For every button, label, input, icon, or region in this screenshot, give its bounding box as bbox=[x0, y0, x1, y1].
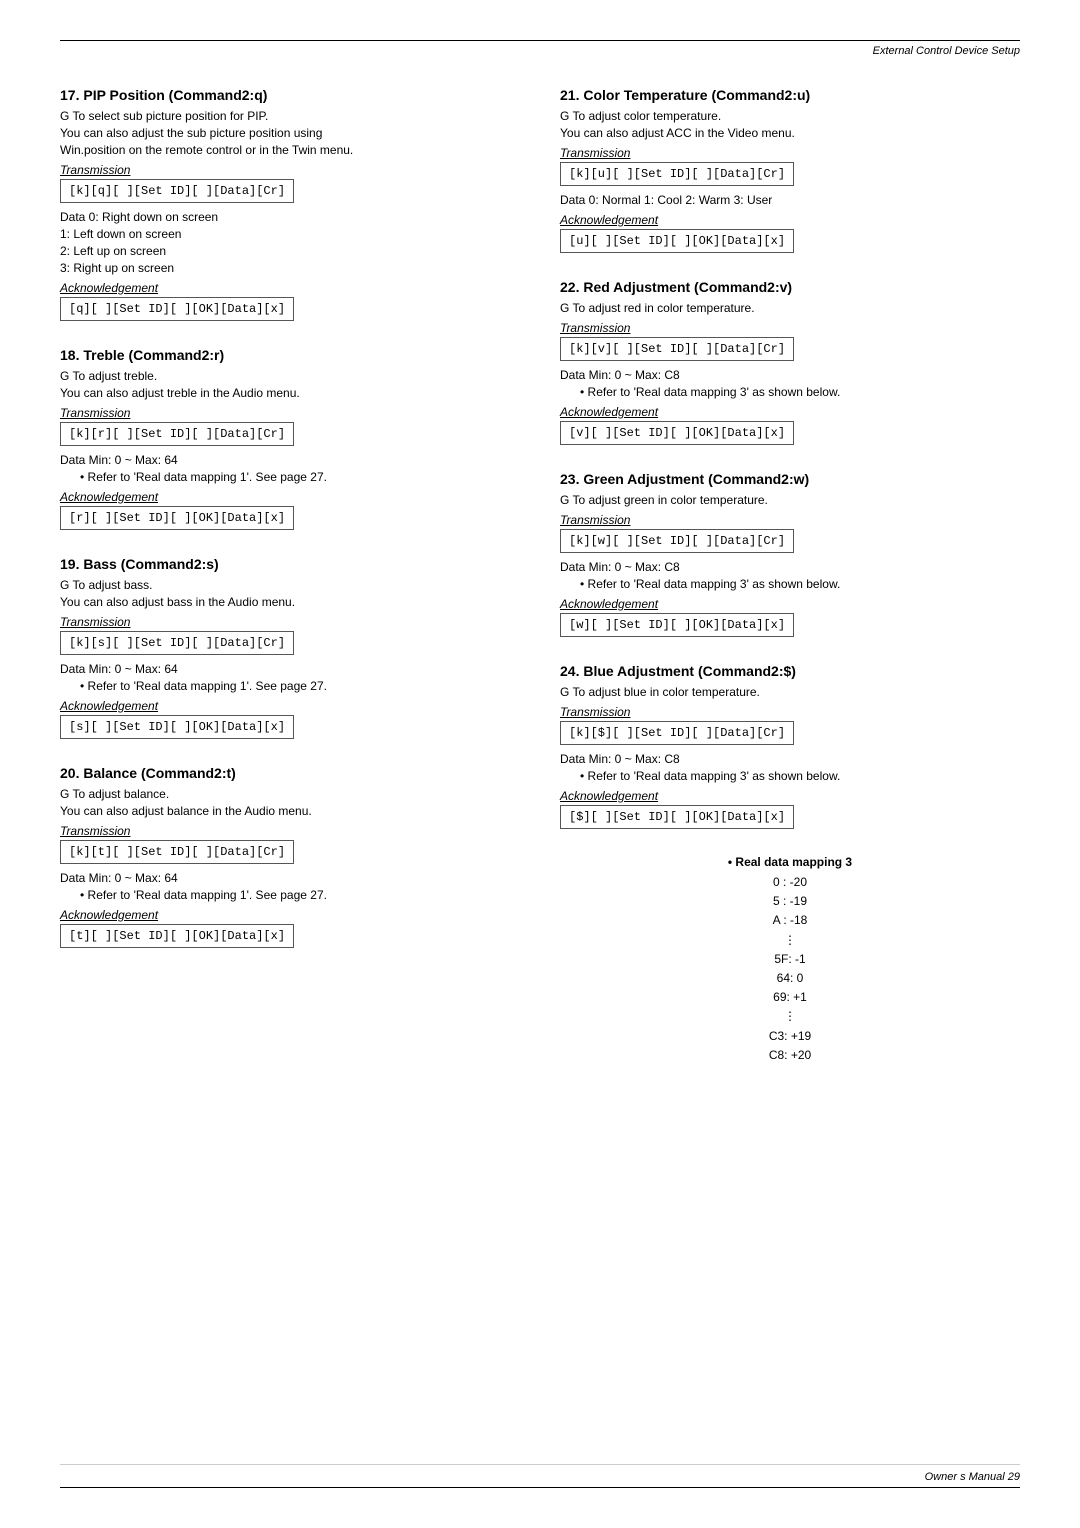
footer: Owner s Manual 29 bbox=[60, 1464, 1020, 1488]
section-21-title: 21. Color Temperature (Command2:u) bbox=[560, 87, 1020, 103]
section-18-desc: You can also adjust treble in the Audio … bbox=[60, 386, 520, 400]
section-18-ack-cmd: [r][ ][Set ID][ ][OK][Data][x] bbox=[60, 506, 294, 530]
section-22-data-line: Data Min: 0 ~ Max: C8 bbox=[560, 368, 1020, 382]
section-22-desc: G To adjust red in color temperature. bbox=[560, 301, 1020, 315]
section-18-ack-label: Acknowledgement bbox=[60, 490, 520, 504]
real-data-entry: 69: +1 bbox=[560, 988, 1020, 1007]
section-19-desc: You can also adjust bass in the Audio me… bbox=[60, 595, 520, 609]
section-17-ack-cmd: [q][ ][Set ID][ ][OK][Data][x] bbox=[60, 297, 294, 321]
real-data-entry: 5 : -19 bbox=[560, 892, 1020, 911]
section-24-desc: G To adjust blue in color temperature. bbox=[560, 685, 1020, 699]
section-24-transmission-label: Transmission bbox=[560, 705, 1020, 719]
section-23-desc: G To adjust green in color temperature. bbox=[560, 493, 1020, 507]
section-19-ack-label: Acknowledgement bbox=[60, 699, 520, 713]
section-24-ack-label: Acknowledgement bbox=[560, 789, 1020, 803]
section-24-transmission-cmd: [k][$][ ][Set ID][ ][Data][Cr] bbox=[560, 721, 794, 745]
section-22-transmission-label: Transmission bbox=[560, 321, 1020, 335]
section-18-title: 18. Treble (Command2:r) bbox=[60, 347, 520, 363]
real-data-entry: C3: +19 bbox=[560, 1027, 1020, 1046]
section-20-data-line: Data Min: 0 ~ Max: 64 bbox=[60, 871, 520, 885]
section-21-ack-cmd: [u][ ][Set ID][ ][OK][Data][x] bbox=[560, 229, 794, 253]
section-23-transmission-label: Transmission bbox=[560, 513, 1020, 527]
section-17-desc: G To select sub picture position for PIP… bbox=[60, 109, 520, 123]
section-18: 18. Treble (Command2:r) G To adjust trebl… bbox=[60, 347, 520, 534]
section-19-bullet: Refer to 'Real data mapping 1'. See page… bbox=[80, 679, 520, 693]
section-19-title: 19. Bass (Command2:s) bbox=[60, 556, 520, 572]
section-20-desc: You can also adjust balance in the Audio… bbox=[60, 804, 520, 818]
real-data-mapping-title: • Real data mapping 3 bbox=[560, 855, 1020, 869]
section-21-desc: G To adjust color temperature. bbox=[560, 109, 1020, 123]
header-text: External Control Device Setup bbox=[873, 45, 1020, 57]
real-data-entry: 0 : -20 bbox=[560, 873, 1020, 892]
real-data-mapping: • Real data mapping 3 0 : -205 : -19A : -… bbox=[560, 855, 1020, 1065]
section-20-transmission-label: Transmission bbox=[60, 824, 520, 838]
section-17-title: 17. PIP Position (Command2:q) bbox=[60, 87, 520, 103]
left-column: 17. PIP Position (Command2:q) G To select… bbox=[60, 87, 520, 1087]
section-22-transmission-cmd: [k][v][ ][Set ID][ ][Data][Cr] bbox=[560, 337, 794, 361]
section-20-bullet: Refer to 'Real data mapping 1'. See page… bbox=[80, 888, 520, 902]
section-22-title: 22. Red Adjustment (Command2:v) bbox=[560, 279, 1020, 295]
section-19-data-line: Data Min: 0 ~ Max: 64 bbox=[60, 662, 520, 676]
section-24-bullet: Refer to 'Real data mapping 3' as shown … bbox=[580, 769, 1020, 783]
section-20-transmission-cmd: [k][t][ ][Set ID][ ][Data][Cr] bbox=[60, 840, 294, 864]
right-column: 21. Color Temperature (Command2:u) G To a… bbox=[560, 87, 1020, 1087]
footer-text: Owner s Manual 29 bbox=[925, 1471, 1020, 1483]
section-18-data-line: Data Min: 0 ~ Max: 64 bbox=[60, 453, 520, 467]
section-23-transmission-cmd: [k][w][ ][Set ID][ ][Data][Cr] bbox=[560, 529, 794, 553]
section-17: 17. PIP Position (Command2:q) G To select… bbox=[60, 87, 520, 325]
section-20-title: 20. Balance (Command2:t) bbox=[60, 765, 520, 781]
section-24-title: 24. Blue Adjustment (Command2:$) bbox=[560, 663, 1020, 679]
section-23-ack-label: Acknowledgement bbox=[560, 597, 1020, 611]
real-data-entry: 5F: -1 bbox=[560, 950, 1020, 969]
section-18-transmission-cmd: [k][r][ ][Set ID][ ][Data][Cr] bbox=[60, 422, 294, 446]
section-23-ack-cmd: [w][ ][Set ID][ ][OK][Data][x] bbox=[560, 613, 794, 637]
section-24-ack-cmd: [$][ ][Set ID][ ][OK][Data][x] bbox=[560, 805, 794, 829]
section-24-data-line: Data Min: 0 ~ Max: C8 bbox=[560, 752, 1020, 766]
real-data-entry: 64: 0 bbox=[560, 969, 1020, 988]
section-23-title: 23. Green Adjustment (Command2:w) bbox=[560, 471, 1020, 487]
section-22: 22. Red Adjustment (Command2:v) G To adju… bbox=[560, 279, 1020, 449]
section-21-desc: You can also adjust ACC in the Video men… bbox=[560, 126, 1020, 140]
section-19: 19. Bass (Command2:s) G To adjust bass. Y… bbox=[60, 556, 520, 743]
page: External Control Device Setup 17. PIP Po… bbox=[0, 0, 1080, 1147]
section-17-transmission-label: Transmission bbox=[60, 163, 520, 177]
section-20: 20. Balance (Command2:t) G To adjust bala… bbox=[60, 765, 520, 952]
real-data-entry: ⋮ bbox=[560, 1007, 1020, 1026]
section-18-desc: G To adjust treble. bbox=[60, 369, 520, 383]
section-21-ack-label: Acknowledgement bbox=[560, 213, 1020, 227]
section-19-desc: G To adjust bass. bbox=[60, 578, 520, 592]
section-20-ack-cmd: [t][ ][Set ID][ ][OK][Data][x] bbox=[60, 924, 294, 948]
section-18-transmission-label: Transmission bbox=[60, 406, 520, 420]
section-17-desc: Win.position on the remote control or in… bbox=[60, 143, 520, 157]
section-23: 23. Green Adjustment (Command2:w) G To ad… bbox=[560, 471, 1020, 641]
section-17-data-line: Data 0: Right down on screen bbox=[60, 210, 520, 224]
section-22-ack-label: Acknowledgement bbox=[560, 405, 1020, 419]
section-17-ack-label: Acknowledgement bbox=[60, 281, 520, 295]
section-17-transmission-cmd: [k][q][ ][Set ID][ ][Data][Cr] bbox=[60, 179, 294, 203]
real-data-entry: A : -18 bbox=[560, 911, 1020, 930]
section-23-bullet: Refer to 'Real data mapping 3' as shown … bbox=[580, 577, 1020, 591]
real-data-entry: C8: +20 bbox=[560, 1046, 1020, 1065]
section-17-desc: You can also adjust the sub picture posi… bbox=[60, 126, 520, 140]
section-20-ack-label: Acknowledgement bbox=[60, 908, 520, 922]
section-22-bullet: Refer to 'Real data mapping 3' as shown … bbox=[580, 385, 1020, 399]
section-24: 24. Blue Adjustment (Command2:$) G To adj… bbox=[560, 663, 1020, 833]
section-21-data-line: Data 0: Normal 1: Cool 2: Warm 3: User bbox=[560, 193, 1020, 207]
section-17-data-line: 2: Left up on screen bbox=[60, 244, 520, 258]
section-19-transmission-label: Transmission bbox=[60, 615, 520, 629]
header: External Control Device Setup bbox=[60, 40, 1020, 77]
section-21-transmission-cmd: [k][u][ ][Set ID][ ][Data][Cr] bbox=[560, 162, 794, 186]
section-21-transmission-label: Transmission bbox=[560, 146, 1020, 160]
section-17-data-line: 1: Left down on screen bbox=[60, 227, 520, 241]
section-18-bullet: Refer to 'Real data mapping 1'. See page… bbox=[80, 470, 520, 484]
section-19-transmission-cmd: [k][s][ ][Set ID][ ][Data][Cr] bbox=[60, 631, 294, 655]
real-data-entry: ⋮ bbox=[560, 931, 1020, 950]
section-19-ack-cmd: [s][ ][Set ID][ ][OK][Data][x] bbox=[60, 715, 294, 739]
section-22-ack-cmd: [v][ ][Set ID][ ][OK][Data][x] bbox=[560, 421, 794, 445]
section-17-data-line: 3: Right up on screen bbox=[60, 261, 520, 275]
section-23-data-line: Data Min: 0 ~ Max: C8 bbox=[560, 560, 1020, 574]
section-21: 21. Color Temperature (Command2:u) G To a… bbox=[560, 87, 1020, 257]
main-content: 17. PIP Position (Command2:q) G To select… bbox=[60, 87, 1020, 1087]
section-20-desc: G To adjust balance. bbox=[60, 787, 520, 801]
